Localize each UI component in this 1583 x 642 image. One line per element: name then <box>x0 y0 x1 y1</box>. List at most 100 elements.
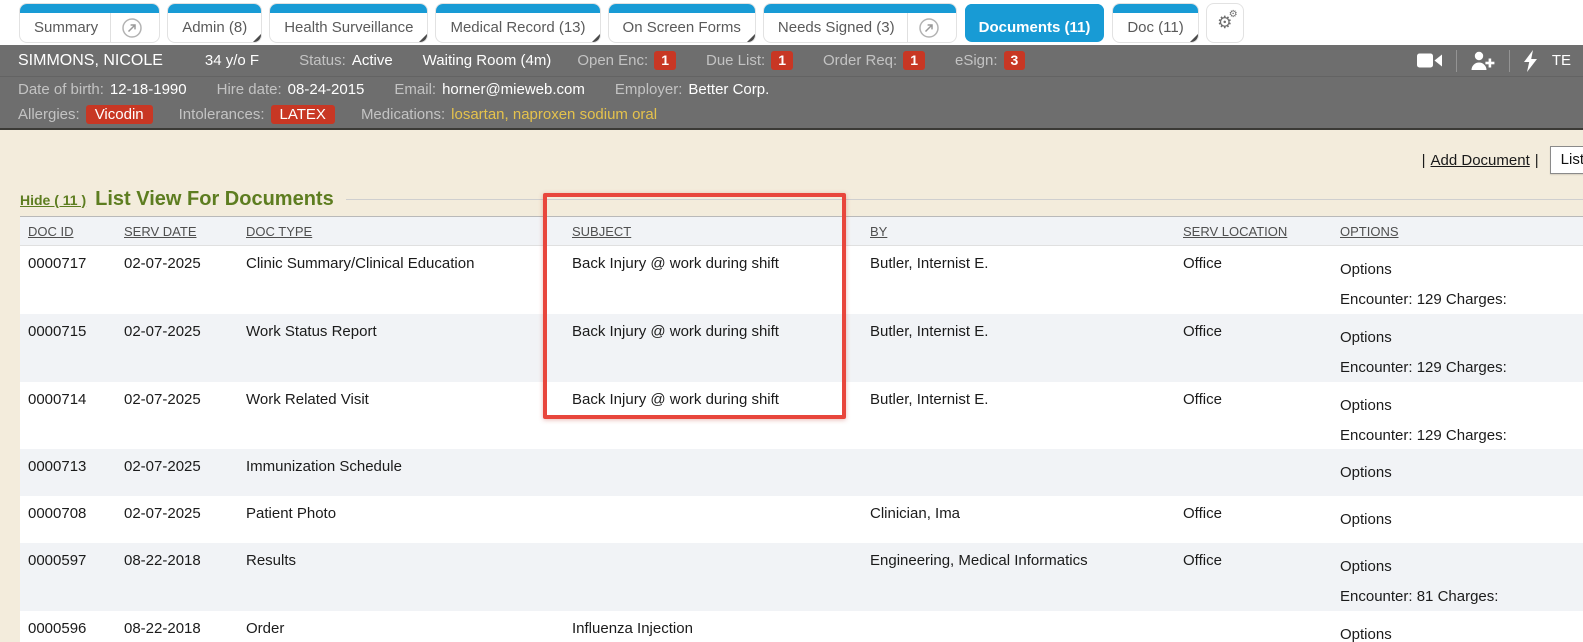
tab-documents-label: Documents (11) <box>979 19 1091 36</box>
order-req-label: Order Req: <box>823 52 897 69</box>
table-row[interactable]: 0000714 02-07-2025 Work Related Visit Ba… <box>20 382 1583 449</box>
add-document-link[interactable]: Add Document <box>1431 152 1530 169</box>
row-options-link[interactable]: Options <box>1340 626 1392 642</box>
document-toolbar: | Add Document | List <box>1417 146 1583 174</box>
tab-needs-signed[interactable]: Needs Signed (3) <box>764 4 956 42</box>
tab-on-screen-forms[interactable]: On Screen Forms <box>609 4 755 42</box>
cell-doc-type: Work Status Report <box>246 323 377 340</box>
status-label: Status: <box>299 52 346 69</box>
tab-summary[interactable]: Summary <box>20 4 159 42</box>
cell-doc-id: 0000717 <box>28 255 86 272</box>
row-options-link[interactable]: Options <box>1340 329 1392 346</box>
medications-list[interactable]: losartan, naproxen sodium oral <box>451 106 657 123</box>
tab-admin-label: Admin (8) <box>182 19 247 36</box>
table-row[interactable]: 0000708 02-07-2025 Patient Photo Clinici… <box>20 496 1583 543</box>
add-person-icon[interactable] <box>1470 51 1496 71</box>
status-value: Active <box>352 52 393 69</box>
hire-date-label: Hire date: <box>217 81 282 98</box>
tab-health-surveillance[interactable]: Health Surveillance <box>270 4 427 42</box>
cell-encounter: Encounter: 129 Charges: <box>1340 359 1507 376</box>
cell-doc-id: 0000597 <box>28 552 86 569</box>
tab-medical-record[interactable]: Medical Record (13) <box>436 4 599 42</box>
intolerances-label: Intolerances: <box>179 106 265 123</box>
employer-value: Better Corp. <box>688 81 769 98</box>
intolerance-badge[interactable]: LATEX <box>271 105 335 124</box>
patient-header: SIMMONS, NICOLE 34 y/o F Status: Active … <box>0 45 1583 130</box>
cell-encounter: Encounter: 129 Charges: <box>1340 291 1507 308</box>
table-header-row: DOC ID SERV DATE DOC TYPE SUBJECT BY SER… <box>20 217 1583 246</box>
tab-admin[interactable]: Admin (8) <box>168 4 261 42</box>
open-enc-badge[interactable]: 1 <box>654 51 676 70</box>
hire-date-value: 08-24-2015 <box>288 81 365 98</box>
cell-serv-date: 02-07-2025 <box>124 505 201 522</box>
lightning-bolt-icon[interactable] <box>1523 50 1538 72</box>
cell-serv-location: Office <box>1183 323 1222 340</box>
cell-serv-date: 08-22-2018 <box>124 620 201 637</box>
section-header: Hide ( 11 ) List View For Documents <box>20 188 1583 211</box>
tab-documents[interactable]: Documents (11) <box>965 4 1105 42</box>
tab-doc-label: Doc (11) <box>1127 19 1183 36</box>
icon-divider <box>1456 50 1457 72</box>
esign-badge[interactable]: 3 <box>1004 51 1026 70</box>
row-options-link[interactable]: Options <box>1340 511 1392 528</box>
open-new-window-icon[interactable] <box>908 17 942 39</box>
tab-accent-bar <box>965 4 1105 13</box>
page: Summary Admin (8) Health Surveillance Me… <box>0 0 1583 642</box>
column-header-options[interactable]: OPTIONS <box>1340 224 1399 239</box>
cell-subject: Back Injury @ work during shift <box>572 323 779 340</box>
order-req-badge[interactable]: 1 <box>903 51 925 70</box>
row-options-link[interactable]: Options <box>1340 558 1392 575</box>
tab-accent-bar <box>270 4 427 13</box>
header-icon-group: TE <box>1417 50 1571 72</box>
cell-serv-location: Office <box>1183 391 1222 408</box>
cell-by: Butler, Internist E. <box>870 391 988 408</box>
column-header-by[interactable]: BY <box>870 224 887 239</box>
cell-doc-type: Order <box>246 620 284 637</box>
icon-divider <box>1509 50 1510 72</box>
table-row[interactable]: 0000717 02-07-2025 Clinic Summary/Clinic… <box>20 246 1583 314</box>
cell-serv-date: 08-22-2018 <box>124 552 201 569</box>
due-list-label: Due List: <box>706 52 765 69</box>
tab-accent-bar <box>168 4 261 13</box>
settings-button[interactable]: ⚙ ⚙ <box>1207 4 1243 42</box>
row-options-link[interactable]: Options <box>1340 464 1392 481</box>
tab-on-screen-forms-label: On Screen Forms <box>623 19 741 36</box>
cell-doc-id: 0000708 <box>28 505 86 522</box>
cell-serv-date: 02-07-2025 <box>124 391 201 408</box>
medications-label: Medications: <box>361 106 445 123</box>
page-title: List View For Documents <box>95 188 334 211</box>
row-options-link[interactable]: Options <box>1340 261 1392 278</box>
cell-subject: Back Injury @ work during shift <box>572 391 779 408</box>
due-list-badge[interactable]: 1 <box>771 51 793 70</box>
table-row[interactable]: 0000715 02-07-2025 Work Status Report Ba… <box>20 314 1583 382</box>
cell-serv-location: Office <box>1183 552 1222 569</box>
column-header-serv-date[interactable]: SERV DATE <box>124 224 196 239</box>
allergies-label: Allergies: <box>18 106 80 123</box>
patient-details-row: Date of birth: 12-18-1990 Hire date: 08-… <box>0 77 1583 101</box>
section-rule <box>346 199 1583 200</box>
video-camera-icon[interactable] <box>1417 52 1443 69</box>
cell-serv-date: 02-07-2025 <box>124 458 201 475</box>
tab-doc[interactable]: Doc (11) <box>1113 4 1197 42</box>
patient-alerts-row: Allergies: Vicodin Intolerances: LATEX M… <box>0 101 1583 128</box>
table-row[interactable]: 0000713 02-07-2025 Immunization Schedule… <box>20 449 1583 496</box>
row-options-link[interactable]: Options <box>1340 397 1392 414</box>
column-header-doc-type[interactable]: DOC TYPE <box>246 224 312 239</box>
table-row[interactable]: 0000596 08-22-2018 Order Influenza Injec… <box>20 611 1583 642</box>
allergy-badge[interactable]: Vicodin <box>86 105 153 124</box>
column-header-subject[interactable]: SUBJECT <box>572 224 631 239</box>
list-button[interactable]: List <box>1550 146 1583 174</box>
column-header-serv-location[interactable]: SERV LOCATION <box>1183 224 1287 239</box>
open-new-window-icon[interactable] <box>111 17 145 39</box>
cell-doc-id: 0000715 <box>28 323 86 340</box>
employer-label: Employer: <box>615 81 683 98</box>
hide-link[interactable]: Hide ( 11 ) <box>20 192 86 208</box>
email-value: horner@mieweb.com <box>442 81 585 98</box>
tab-needs-signed-label: Needs Signed (3) <box>778 19 895 36</box>
cell-doc-type: Patient Photo <box>246 505 336 522</box>
table-row[interactable]: 0000597 08-22-2018 Results Engineering, … <box>20 543 1583 611</box>
tab-summary-label: Summary <box>34 19 98 36</box>
column-header-doc-id[interactable]: DOC ID <box>28 224 74 239</box>
tab-medical-record-label: Medical Record (13) <box>450 19 585 36</box>
cell-subject: Influenza Injection <box>572 620 693 637</box>
